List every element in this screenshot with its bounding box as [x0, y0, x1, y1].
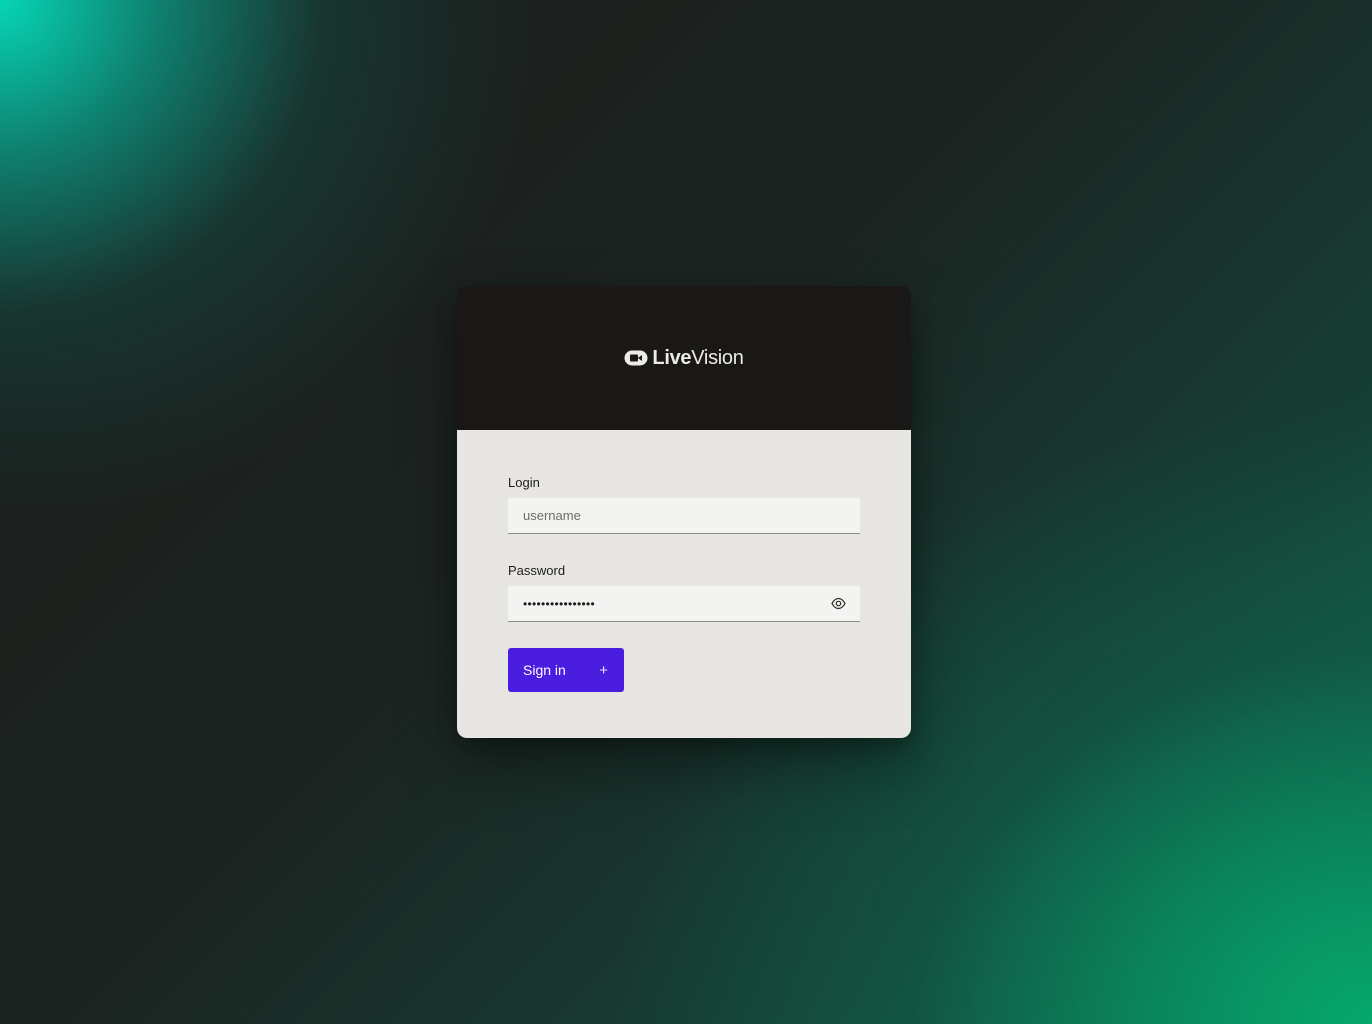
- login-field: [508, 498, 860, 534]
- card-header: LiveVision: [457, 286, 911, 430]
- video-camera-icon: [624, 350, 648, 366]
- plus-icon: +: [599, 661, 608, 679]
- username-input[interactable]: [508, 498, 860, 533]
- sign-in-label: Sign in: [523, 662, 566, 678]
- brand-name: LiveVision: [652, 348, 743, 368]
- password-input[interactable]: ••••••••••••••••: [523, 586, 595, 621]
- sign-in-button[interactable]: Sign in +: [508, 648, 624, 692]
- password-field[interactable]: ••••••••••••••••: [508, 586, 860, 622]
- brand-name-light: Vision: [691, 347, 744, 369]
- login-label: Login: [508, 475, 540, 490]
- eye-icon[interactable]: [831, 597, 846, 610]
- livevision-logo: LiveVision: [624, 348, 744, 368]
- login-card: LiveVision Login Password ••••••••••••••…: [457, 286, 911, 738]
- login-form: Login Password •••••••••••••••• Sign in …: [457, 430, 911, 738]
- brand-name-bold: Live: [652, 347, 692, 369]
- password-label: Password: [508, 563, 566, 578]
